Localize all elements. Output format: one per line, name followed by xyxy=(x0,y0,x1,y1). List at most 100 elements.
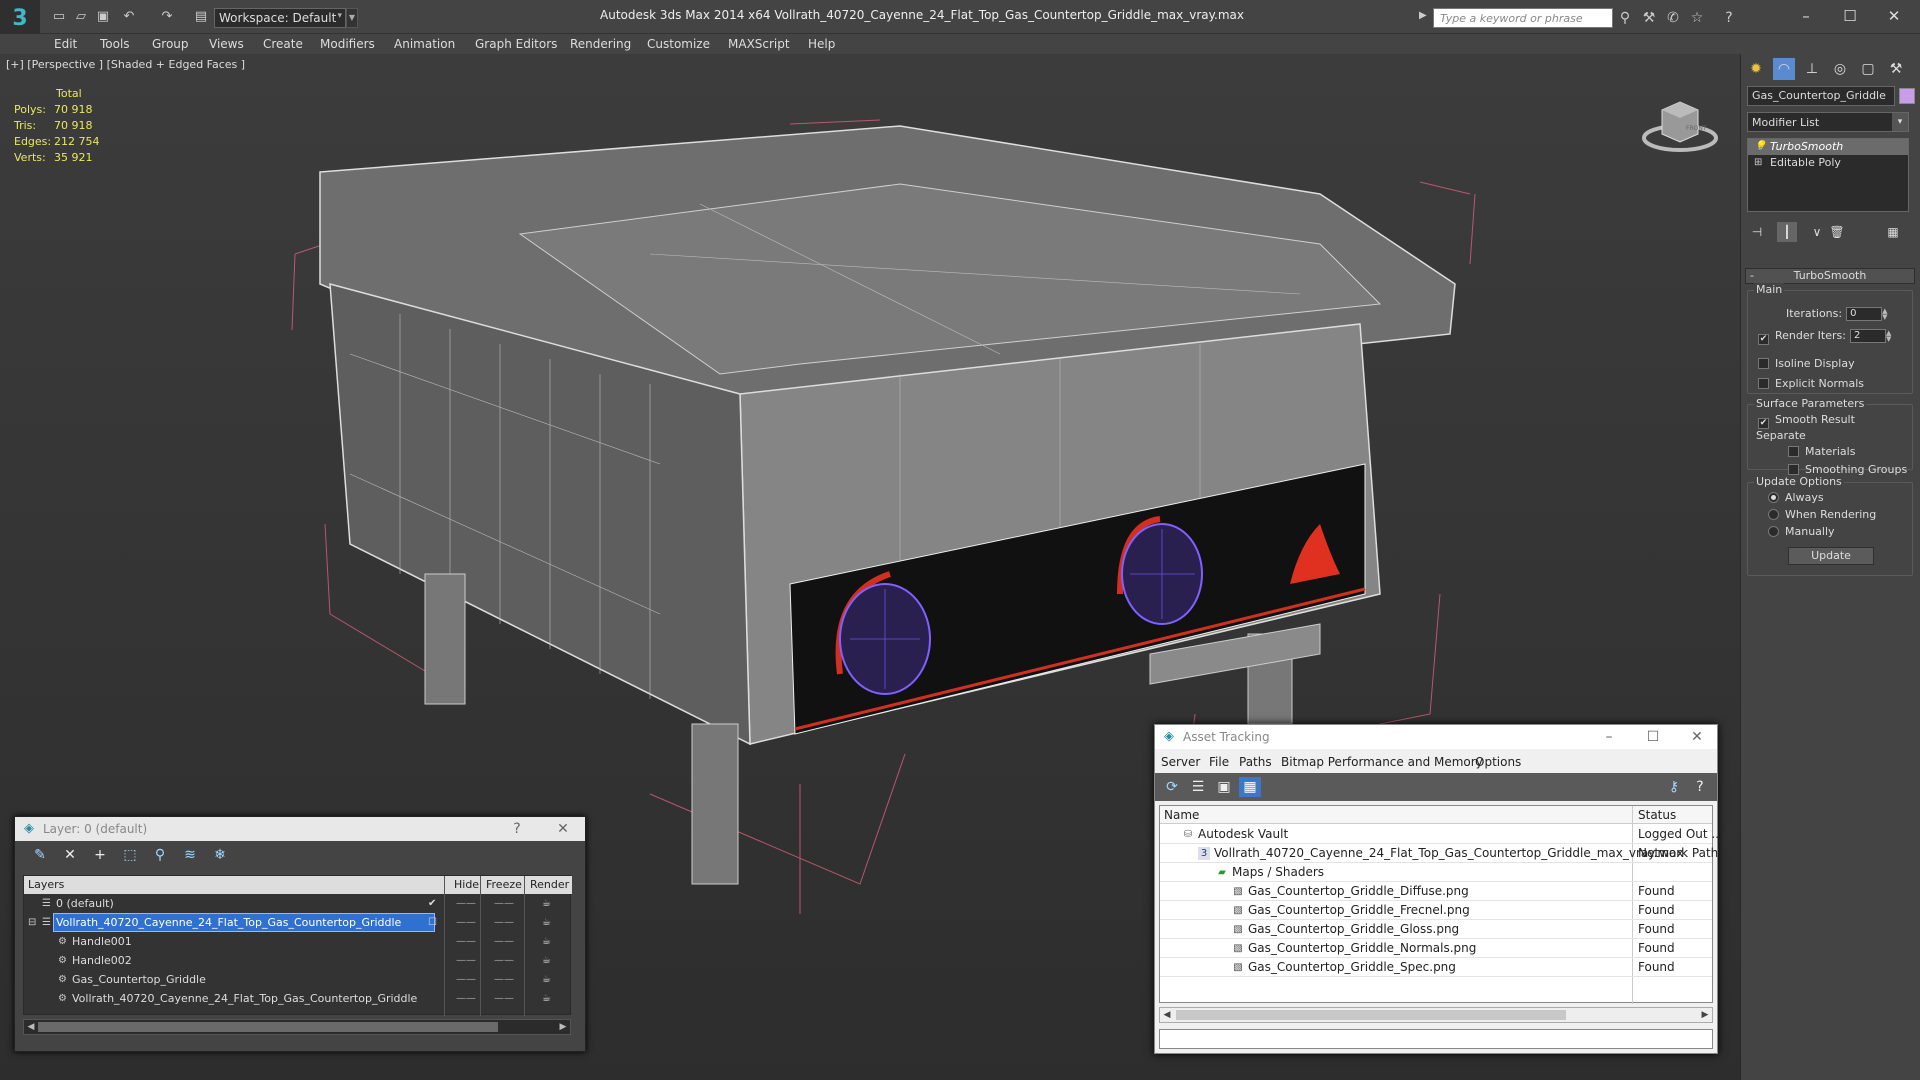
stack-item-turbosmooth[interactable]: 💡 TurboSmooth xyxy=(1748,139,1908,155)
manually-radio[interactable] xyxy=(1768,526,1779,537)
render-teapot-icon[interactable]: ☕ xyxy=(542,989,551,1008)
hide-toggle[interactable]: —— xyxy=(456,894,476,913)
collapse-minus-icon[interactable]: ⊟ xyxy=(28,913,36,932)
hide-toggle[interactable]: —— xyxy=(456,951,476,970)
always-radio[interactable] xyxy=(1768,492,1779,503)
asset-row[interactable]: ▧ Gas_Countertop_Griddle_Spec.png Found xyxy=(1160,958,1712,977)
menu-maxscript[interactable]: MAXScript xyxy=(726,34,792,54)
help-icon[interactable]: ? xyxy=(1689,777,1711,797)
asset-window-titlebar[interactable]: ◈ Asset Tracking – ☐ ✕ xyxy=(1155,725,1717,749)
render-iters-spinner[interactable]: 2 xyxy=(1849,329,1886,343)
show-end-result-icon[interactable]: ┃ xyxy=(1777,222,1797,242)
explicit-normals-checkbox[interactable] xyxy=(1758,378,1769,389)
layer-row[interactable]: ⚙ Vollrath_40720_Cayenne_24_Flat_Top_Gas… xyxy=(24,989,572,1008)
hold-icon[interactable]: ▤ xyxy=(192,8,210,26)
render-teapot-icon[interactable]: ☕ xyxy=(542,970,551,989)
asset-menu-file[interactable]: File xyxy=(1209,755,1229,769)
freeze-toggle[interactable]: —— xyxy=(494,894,514,913)
motion-tab-icon[interactable]: ◎ xyxy=(1829,58,1851,80)
turbosmooth-rollout-header[interactable]: - TurboSmooth xyxy=(1745,268,1915,284)
menu-graph-editors[interactable]: Graph Editors xyxy=(473,34,559,54)
hierarchy-tab-icon[interactable]: ⊥ xyxy=(1801,58,1823,80)
refresh-icon[interactable]: ⟳ xyxy=(1161,777,1183,797)
thumbnail-view-icon[interactable]: ▣ xyxy=(1213,777,1235,797)
layer-row[interactable]: ⚙ Handle001 —— —— ☕ xyxy=(24,932,572,951)
help-icon[interactable]: ? xyxy=(503,819,531,839)
new-file-icon[interactable]: ▭ xyxy=(50,8,68,26)
hide-toggle[interactable]: —— xyxy=(456,970,476,989)
hide-toggle[interactable]: —— xyxy=(456,932,476,951)
asset-row[interactable]: ▧ Gas_Countertop_Griddle_Diffuse.png Fou… xyxy=(1160,882,1712,901)
menu-animation[interactable]: Animation xyxy=(392,34,457,54)
layer-row[interactable]: ☰ 0 (default) ✔ —— —— ☕ xyxy=(24,894,572,913)
render-teapot-icon[interactable]: ☕ xyxy=(542,894,551,913)
modifier-stack[interactable]: 💡 TurboSmooth ⊞ Editable Poly xyxy=(1747,138,1909,212)
menu-rendering[interactable]: Rendering xyxy=(568,34,633,54)
scroll-thumb[interactable] xyxy=(38,1022,498,1032)
asset-row[interactable]: 3 Vollrath_40720_Cayenne_24_Flat_Top_Gas… xyxy=(1160,844,1718,863)
iterations-spinner[interactable]: 0 xyxy=(1846,307,1883,321)
utilities-tab-icon[interactable]: ⚒ xyxy=(1885,58,1907,80)
smooth-result-checkbox[interactable]: ✔ xyxy=(1758,418,1769,429)
close-icon[interactable]: ✕ xyxy=(549,819,577,839)
scroll-thumb[interactable] xyxy=(1176,1010,1566,1020)
layer-row[interactable]: ⚙ Handle002 —— —— ☕ xyxy=(24,951,572,970)
render-teapot-icon[interactable]: ☕ xyxy=(542,932,551,951)
workspace-expand-icon[interactable]: ▼ xyxy=(346,8,358,28)
update-button[interactable]: Update xyxy=(1788,547,1874,565)
freeze-toggle[interactable]: —— xyxy=(494,970,514,989)
object-color-swatch[interactable] xyxy=(1899,88,1915,104)
menu-views[interactable]: Views xyxy=(207,34,246,54)
menu-help[interactable]: Help xyxy=(806,34,837,54)
layer-window-titlebar[interactable]: ◈ Layer: 0 (default) ? ✕ xyxy=(15,817,585,841)
pin-stack-icon[interactable]: ⊣ xyxy=(1747,222,1767,242)
smoothing-groups-checkbox[interactable] xyxy=(1788,464,1799,475)
layer-row[interactable]: ⊟ ☰ Vollrath_40720_Cayenne_24_Flat_Top_G… xyxy=(24,913,572,932)
isoline-checkbox[interactable] xyxy=(1758,358,1769,369)
freeze-toggle[interactable]: —— xyxy=(494,951,514,970)
spinner-arrows-icon[interactable]: ▲ ▼ xyxy=(1882,308,1890,321)
column-layers[interactable]: Layers xyxy=(28,878,64,891)
vault-login-icon[interactable]: ⚷ xyxy=(1663,777,1685,797)
render-iters-checkbox[interactable]: ✔ xyxy=(1758,334,1769,345)
asset-row[interactable]: ▧ Gas_Countertop_Griddle_Normals.png Fou… xyxy=(1160,939,1712,958)
asset-row[interactable]: ▧ Gas_Countertop_Griddle_Gloss.png Found xyxy=(1160,920,1712,939)
redo-icon[interactable]: ↷ xyxy=(158,8,176,26)
scroll-right-icon[interactable]: ▶ xyxy=(1698,1008,1712,1022)
scroll-left-icon[interactable]: ◀ xyxy=(24,1020,38,1034)
stack-item-editable-poly[interactable]: ⊞ Editable Poly xyxy=(1748,155,1908,171)
column-hide[interactable]: Hide xyxy=(454,878,479,891)
freeze-all-icon[interactable]: ❄ xyxy=(209,845,231,865)
current-layer-check-icon[interactable]: ✔ xyxy=(428,894,436,913)
create-layer-icon[interactable]: ✎ xyxy=(29,845,51,865)
search-expand-icon[interactable]: ▶ xyxy=(1419,10,1427,21)
create-tab-icon[interactable]: ✹ xyxy=(1745,58,1767,80)
asset-menu-paths[interactable]: Paths xyxy=(1239,755,1272,769)
open-file-icon[interactable]: ▱ xyxy=(72,8,90,26)
viewport-label[interactable]: [+] [Perspective ] [Shaded + Edged Faces… xyxy=(6,58,245,71)
help-icon[interactable]: ? xyxy=(1720,9,1738,27)
spinner-arrows-icon[interactable]: ▲ ▼ xyxy=(1886,330,1894,343)
freeze-toggle[interactable]: —— xyxy=(494,932,514,951)
menu-edit[interactable]: Edit xyxy=(52,34,79,54)
favorites-star-icon[interactable]: ☆ xyxy=(1688,9,1706,27)
object-name-field[interactable]: Gas_Countertop_Griddle xyxy=(1747,86,1895,106)
configure-sets-icon[interactable]: ▦ xyxy=(1883,222,1903,242)
delete-layer-icon[interactable]: ✕ xyxy=(59,845,81,865)
close-icon[interactable]: ✕ xyxy=(1683,727,1711,747)
lightbulb-icon[interactable]: 💡 xyxy=(1754,139,1766,155)
hide-toggle[interactable]: —— xyxy=(456,913,476,932)
minimize-window-icon[interactable]: – xyxy=(1595,727,1623,747)
modifier-list-dropdown[interactable]: Modifier List ▾ xyxy=(1747,112,1909,132)
expand-plus-icon[interactable]: ⊞ xyxy=(1754,155,1762,171)
asset-row[interactable]: ▧ Gas_Countertop_Griddle_Frecnel.png Fou… xyxy=(1160,901,1712,920)
when-rendering-radio[interactable] xyxy=(1768,509,1779,520)
set-current-box-icon[interactable]: ☐ xyxy=(428,913,437,932)
communication-icon[interactable]: ✆ xyxy=(1664,9,1682,27)
render-teapot-icon[interactable]: ☕ xyxy=(542,951,551,970)
menu-modifiers[interactable]: Modifiers xyxy=(318,34,377,54)
menu-group[interactable]: Group xyxy=(150,34,191,54)
render-teapot-icon[interactable]: ☕ xyxy=(542,913,551,932)
remove-modifier-icon[interactable]: 🗑 xyxy=(1827,222,1847,242)
column-name[interactable]: Name xyxy=(1164,808,1199,822)
